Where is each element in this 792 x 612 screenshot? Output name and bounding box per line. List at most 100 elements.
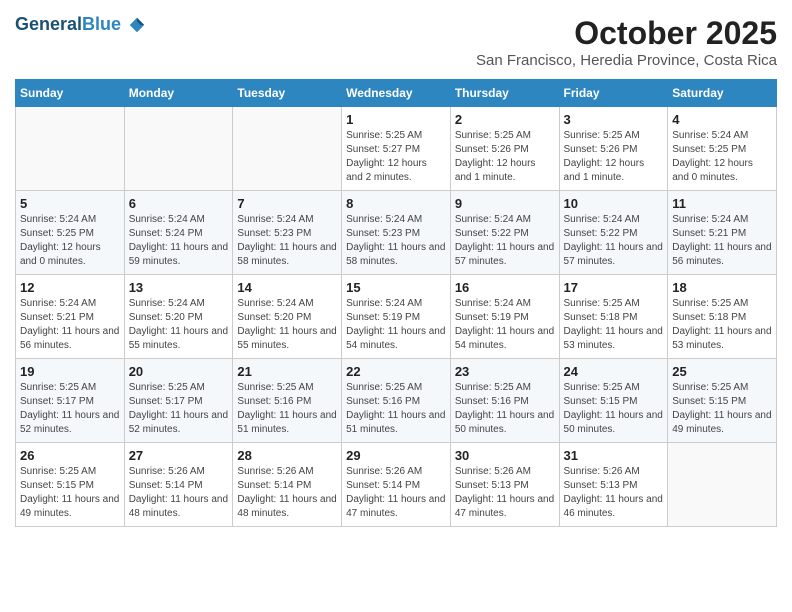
table-row: 5 Sunrise: 5:24 AMSunset: 5:25 PMDayligh… (16, 191, 125, 275)
table-row: 11 Sunrise: 5:24 AMSunset: 5:21 PMDaylig… (668, 191, 777, 275)
day-number: 28 (237, 448, 337, 463)
logo-text: GeneralBlue (15, 15, 146, 35)
day-number: 6 (129, 196, 229, 211)
col-monday: Monday (124, 80, 233, 107)
table-row: 1 Sunrise: 5:25 AMSunset: 5:27 PMDayligh… (342, 107, 451, 191)
day-number: 13 (129, 280, 229, 295)
col-saturday: Saturday (668, 80, 777, 107)
table-row (668, 443, 777, 527)
day-number: 3 (564, 112, 664, 127)
col-tuesday: Tuesday (233, 80, 342, 107)
day-number: 16 (455, 280, 555, 295)
logo: GeneralBlue (15, 15, 146, 35)
day-info: Sunrise: 5:25 AMSunset: 5:26 PMDaylight:… (455, 129, 555, 185)
table-row: 24 Sunrise: 5:25 AMSunset: 5:15 PMDaylig… (559, 359, 668, 443)
day-number: 24 (564, 364, 664, 379)
table-row: 4 Sunrise: 5:24 AMSunset: 5:25 PMDayligh… (668, 107, 777, 191)
day-info: Sunrise: 5:24 AMSunset: 5:21 PMDaylight:… (672, 213, 772, 269)
day-info: Sunrise: 5:24 AMSunset: 5:24 PMDaylight:… (129, 213, 229, 269)
table-row: 7 Sunrise: 5:24 AMSunset: 5:23 PMDayligh… (233, 191, 342, 275)
day-info: Sunrise: 5:25 AMSunset: 5:16 PMDaylight:… (455, 381, 555, 437)
day-number: 12 (20, 280, 120, 295)
day-number: 1 (346, 112, 446, 127)
table-row: 29 Sunrise: 5:26 AMSunset: 5:14 PMDaylig… (342, 443, 451, 527)
table-row: 12 Sunrise: 5:24 AMSunset: 5:21 PMDaylig… (16, 275, 125, 359)
day-info: Sunrise: 5:24 AMSunset: 5:19 PMDaylight:… (455, 297, 555, 353)
day-info: Sunrise: 5:24 AMSunset: 5:23 PMDaylight:… (346, 213, 446, 269)
day-info: Sunrise: 5:24 AMSunset: 5:23 PMDaylight:… (237, 213, 337, 269)
day-info: Sunrise: 5:25 AMSunset: 5:15 PMDaylight:… (20, 465, 120, 521)
day-info: Sunrise: 5:26 AMSunset: 5:13 PMDaylight:… (564, 465, 664, 521)
day-number: 17 (564, 280, 664, 295)
day-number: 9 (455, 196, 555, 211)
col-wednesday: Wednesday (342, 80, 451, 107)
table-row: 27 Sunrise: 5:26 AMSunset: 5:14 PMDaylig… (124, 443, 233, 527)
logo-icon (128, 16, 146, 34)
table-row: 22 Sunrise: 5:25 AMSunset: 5:16 PMDaylig… (342, 359, 451, 443)
day-number: 29 (346, 448, 446, 463)
day-number: 10 (564, 196, 664, 211)
day-info: Sunrise: 5:25 AMSunset: 5:17 PMDaylight:… (20, 381, 120, 437)
day-info: Sunrise: 5:24 AMSunset: 5:21 PMDaylight:… (20, 297, 120, 353)
day-info: Sunrise: 5:24 AMSunset: 5:20 PMDaylight:… (129, 297, 229, 353)
day-info: Sunrise: 5:26 AMSunset: 5:14 PMDaylight:… (237, 465, 337, 521)
day-info: Sunrise: 5:25 AMSunset: 5:27 PMDaylight:… (346, 129, 446, 185)
day-number: 18 (672, 280, 772, 295)
day-info: Sunrise: 5:24 AMSunset: 5:25 PMDaylight:… (672, 129, 772, 185)
table-row: 16 Sunrise: 5:24 AMSunset: 5:19 PMDaylig… (450, 275, 559, 359)
day-info: Sunrise: 5:25 AMSunset: 5:16 PMDaylight:… (346, 381, 446, 437)
title-section: October 2025 San Francisco, Heredia Prov… (476, 15, 777, 69)
day-number: 26 (20, 448, 120, 463)
day-info: Sunrise: 5:26 AMSunset: 5:14 PMDaylight:… (346, 465, 446, 521)
day-info: Sunrise: 5:24 AMSunset: 5:22 PMDaylight:… (455, 213, 555, 269)
day-number: 4 (672, 112, 772, 127)
table-row: 26 Sunrise: 5:25 AMSunset: 5:15 PMDaylig… (16, 443, 125, 527)
day-number: 31 (564, 448, 664, 463)
table-row: 23 Sunrise: 5:25 AMSunset: 5:16 PMDaylig… (450, 359, 559, 443)
table-row: 21 Sunrise: 5:25 AMSunset: 5:16 PMDaylig… (233, 359, 342, 443)
day-number: 7 (237, 196, 337, 211)
table-row: 9 Sunrise: 5:24 AMSunset: 5:22 PMDayligh… (450, 191, 559, 275)
table-row: 19 Sunrise: 5:25 AMSunset: 5:17 PMDaylig… (16, 359, 125, 443)
day-number: 25 (672, 364, 772, 379)
day-number: 15 (346, 280, 446, 295)
day-number: 27 (129, 448, 229, 463)
day-number: 5 (20, 196, 120, 211)
table-row: 30 Sunrise: 5:26 AMSunset: 5:13 PMDaylig… (450, 443, 559, 527)
table-row: 17 Sunrise: 5:25 AMSunset: 5:18 PMDaylig… (559, 275, 668, 359)
col-friday: Friday (559, 80, 668, 107)
day-number: 8 (346, 196, 446, 211)
table-row (16, 107, 125, 191)
day-info: Sunrise: 5:26 AMSunset: 5:13 PMDaylight:… (455, 465, 555, 521)
table-row (124, 107, 233, 191)
day-info: Sunrise: 5:25 AMSunset: 5:16 PMDaylight:… (237, 381, 337, 437)
day-number: 19 (20, 364, 120, 379)
day-number: 11 (672, 196, 772, 211)
table-row: 13 Sunrise: 5:24 AMSunset: 5:20 PMDaylig… (124, 275, 233, 359)
day-number: 14 (237, 280, 337, 295)
day-info: Sunrise: 5:24 AMSunset: 5:19 PMDaylight:… (346, 297, 446, 353)
day-number: 22 (346, 364, 446, 379)
col-thursday: Thursday (450, 80, 559, 107)
day-info: Sunrise: 5:25 AMSunset: 5:17 PMDaylight:… (129, 381, 229, 437)
day-number: 23 (455, 364, 555, 379)
day-info: Sunrise: 5:24 AMSunset: 5:22 PMDaylight:… (564, 213, 664, 269)
day-number: 21 (237, 364, 337, 379)
table-row: 25 Sunrise: 5:25 AMSunset: 5:15 PMDaylig… (668, 359, 777, 443)
day-info: Sunrise: 5:26 AMSunset: 5:14 PMDaylight:… (129, 465, 229, 521)
day-info: Sunrise: 5:24 AMSunset: 5:20 PMDaylight:… (237, 297, 337, 353)
day-info: Sunrise: 5:24 AMSunset: 5:25 PMDaylight:… (20, 213, 120, 269)
day-number: 30 (455, 448, 555, 463)
day-info: Sunrise: 5:25 AMSunset: 5:15 PMDaylight:… (564, 381, 664, 437)
table-row: 6 Sunrise: 5:24 AMSunset: 5:24 PMDayligh… (124, 191, 233, 275)
location: San Francisco, Heredia Province, Costa R… (476, 52, 777, 69)
day-info: Sunrise: 5:25 AMSunset: 5:15 PMDaylight:… (672, 381, 772, 437)
day-info: Sunrise: 5:25 AMSunset: 5:26 PMDaylight:… (564, 129, 664, 185)
table-row: 31 Sunrise: 5:26 AMSunset: 5:13 PMDaylig… (559, 443, 668, 527)
calendar-table: Sunday Monday Tuesday Wednesday Thursday… (15, 79, 777, 527)
day-number: 2 (455, 112, 555, 127)
table-row: 20 Sunrise: 5:25 AMSunset: 5:17 PMDaylig… (124, 359, 233, 443)
table-row: 8 Sunrise: 5:24 AMSunset: 5:23 PMDayligh… (342, 191, 451, 275)
month-year: October 2025 (476, 15, 777, 52)
day-info: Sunrise: 5:25 AMSunset: 5:18 PMDaylight:… (564, 297, 664, 353)
